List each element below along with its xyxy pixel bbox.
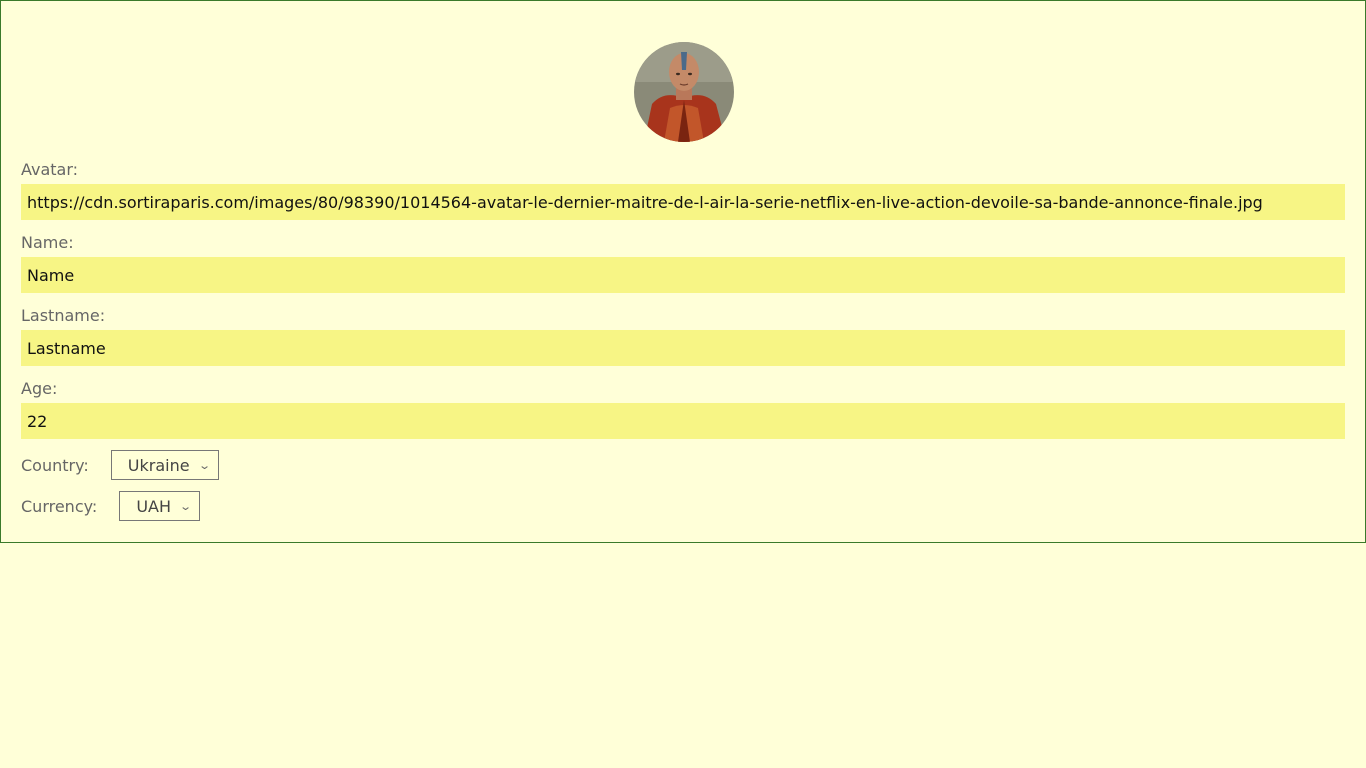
- profile-form-card: Avatar: Name: Lastname: Age: Country: Uk…: [0, 0, 1366, 543]
- country-row: Country: Ukraine ⌄: [21, 449, 219, 481]
- currency-selected-value: UAH: [136, 496, 171, 516]
- avatar-image: [634, 42, 734, 142]
- age-label: Age:: [21, 379, 58, 398]
- country-label: Country:: [21, 455, 89, 475]
- chevron-down-icon: ⌄: [179, 499, 193, 513]
- country-selected-value: Ukraine: [127, 455, 190, 475]
- avatar-label: Avatar:: [21, 160, 79, 179]
- name-label: Name:: [21, 233, 74, 252]
- lastname-label: Lastname:: [21, 306, 106, 325]
- currency-label: Currency:: [21, 496, 98, 516]
- name-input[interactable]: [21, 257, 1345, 293]
- age-input[interactable]: [21, 403, 1345, 439]
- avatar: [634, 42, 734, 142]
- currency-row: Currency: UAH ⌄: [21, 490, 201, 522]
- chevron-down-icon: ⌄: [197, 458, 211, 472]
- currency-select[interactable]: UAH ⌄: [119, 491, 201, 521]
- lastname-input[interactable]: [21, 330, 1345, 366]
- country-select[interactable]: Ukraine ⌄: [110, 450, 219, 480]
- avatar-url-input[interactable]: [21, 184, 1345, 220]
